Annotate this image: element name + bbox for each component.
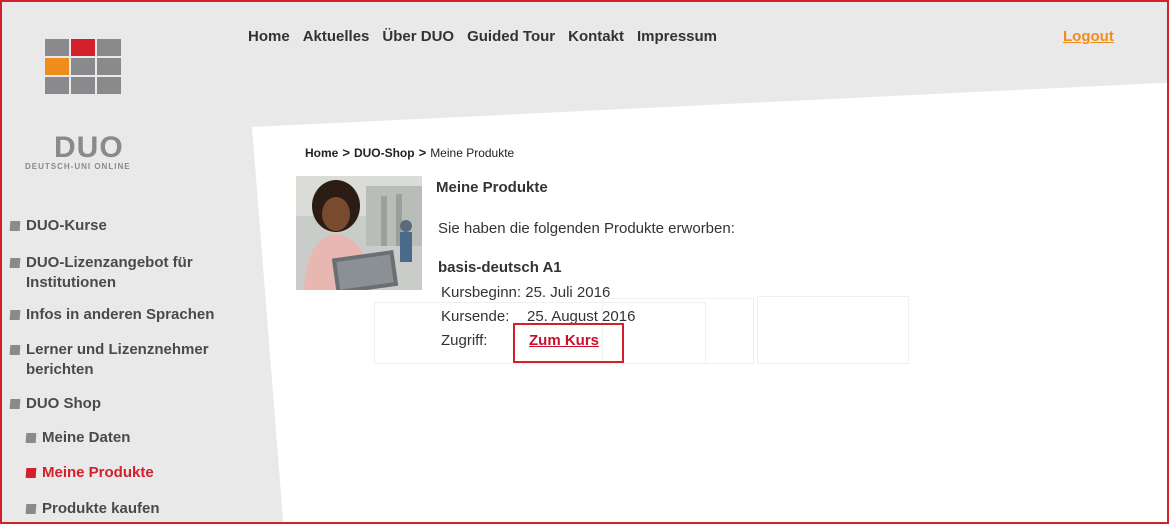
logo-wordmark: DUO <box>54 131 124 164</box>
sidebar-item-meine-produkte[interactable]: Meine Produkte <box>25 463 154 483</box>
sidebar-item-lizenzangebot[interactable]: DUO-Lizenzangebot für Institutionen <box>9 253 240 293</box>
logo-square <box>97 58 121 75</box>
breadcrumb: Home > DUO-Shop > Meine Produkte <box>305 145 514 160</box>
bullet-icon <box>25 468 37 478</box>
student-photo-image <box>296 176 422 290</box>
nav-kontakt[interactable]: Kontakt <box>568 28 624 45</box>
logo-square <box>45 58 69 75</box>
bullet-icon <box>9 258 21 268</box>
sidebar-item-duo-kurse[interactable]: DUO-Kurse <box>9 216 107 236</box>
nav-guided-tour[interactable]: Guided Tour <box>467 28 555 45</box>
logo-square <box>71 58 95 75</box>
logo-square <box>97 77 121 94</box>
logo-square <box>45 77 69 94</box>
student-photo <box>296 176 422 290</box>
bullet-icon <box>9 345 21 355</box>
logo-square <box>97 39 121 56</box>
page-title: Meine Produkte <box>436 179 548 196</box>
breadcrumb-home[interactable]: Home <box>305 146 338 160</box>
logo-square <box>71 77 95 94</box>
logo-subtitle: DEUTSCH-UNI ONLINE <box>25 162 131 171</box>
sidebar-item-label: DUO Shop <box>26 395 101 412</box>
browser-frame: DUO DEUTSCH-UNI ONLINE Home Aktuelles Üb… <box>0 0 1169 524</box>
nav-home[interactable]: Home <box>248 28 290 45</box>
sidebar-item-label: DUO-Kurse <box>26 217 107 234</box>
course-start-label: Kursbeginn: <box>441 284 522 301</box>
sidebar-item-duo-shop[interactable]: DUO Shop <box>9 394 101 414</box>
logo-square <box>45 39 69 56</box>
product-name: basis-deutsch A1 <box>438 259 562 276</box>
sidebar-item-label: Meine Daten <box>42 429 131 446</box>
logo-square <box>71 39 95 56</box>
bullet-icon <box>9 310 21 320</box>
intro-text: Sie haben die folgenden Produkte erworbe… <box>438 220 735 237</box>
course-start-value: 25. Juli 2016 <box>525 284 611 301</box>
nav-aktuelles[interactable]: Aktuelles <box>303 28 370 45</box>
zum-kurs-link[interactable]: Zum Kurs <box>529 332 599 349</box>
main-nav: Home Aktuelles Über DUO Guided Tour Kont… <box>248 28 717 45</box>
background-card <box>757 296 909 364</box>
breadcrumb-separator: > <box>342 145 350 160</box>
nav-ueber-duo[interactable]: Über DUO <box>382 28 454 45</box>
sidebar-item-produkte-kaufen[interactable]: Produkte kaufen <box>25 499 160 519</box>
access-row: Zugriff: <box>441 332 487 349</box>
course-start-row: Kursbeginn: 25. Juli 2016 <box>441 284 610 301</box>
sidebar-item-label: Produkte kaufen <box>42 500 160 517</box>
bullet-icon <box>9 221 21 231</box>
bullet-icon <box>25 504 37 514</box>
bullet-icon <box>25 433 37 443</box>
breadcrumb-separator: > <box>418 145 427 160</box>
bullet-icon <box>9 399 21 409</box>
sidebar-item-lerner-berichten[interactable]: Lerner und Lizenznehmer berichten <box>9 340 240 380</box>
breadcrumb-current: Meine Produkte <box>430 146 515 160</box>
sidebar-item-infos-sprachen[interactable]: Infos in anderen Sprachen <box>9 305 215 325</box>
access-label: Zugriff: <box>441 332 488 349</box>
sidebar-item-label: Meine Produkte <box>42 464 154 481</box>
sidebar-item-label: DUO-Lizenzangebot für Institutionen <box>26 254 193 291</box>
sidebar-item-label: Infos in anderen Sprachen <box>26 306 215 323</box>
sidebar-item-meine-daten[interactable]: Meine Daten <box>25 428 131 448</box>
breadcrumb-shop[interactable]: DUO-Shop <box>354 146 415 160</box>
nav-impressum[interactable]: Impressum <box>637 28 717 45</box>
sidebar-item-label: Lerner und Lizenznehmer berichten <box>26 341 209 378</box>
logout-link[interactable]: Logout <box>1063 28 1114 45</box>
